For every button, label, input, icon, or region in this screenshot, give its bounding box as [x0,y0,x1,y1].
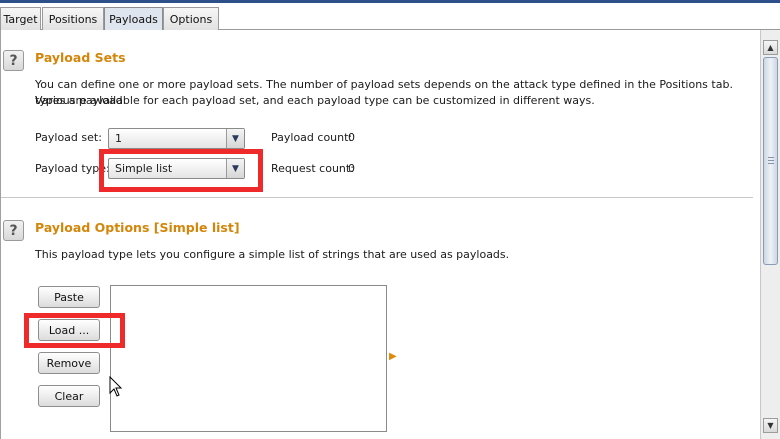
window-accent-bar [0,0,780,3]
scroll-up-icon[interactable]: ▲ [763,40,778,55]
payload-type-highlight [99,149,263,192]
payload-set-label: Payload set: [35,131,102,144]
scrollbar-grip [768,160,774,161]
payload-count-label: Payload count: [271,131,353,144]
remove-button[interactable]: Remove [38,352,100,374]
payload-set-value: 1 [115,132,122,145]
help-icon[interactable]: ? [3,220,24,241]
payload-count-value: 0 [348,131,355,144]
scroll-down-icon[interactable]: ▼ [763,418,778,433]
scrollbar-thumb[interactable] [763,57,778,265]
payload-sets-description-line2: types are available for each payload set… [35,94,595,107]
section-divider [1,197,753,198]
tab-positions[interactable]: Positions [42,7,104,30]
request-count-label: Request count: [271,162,354,175]
tab-payloads[interactable]: Payloads [104,7,163,30]
payload-list[interactable] [110,285,387,432]
tab-bar: Target Positions Payloads Options [0,0,780,33]
vertical-scrollbar[interactable]: ▲ ▼ [760,30,780,439]
load-button-highlight [24,313,125,348]
tab-options[interactable]: Options [163,7,219,30]
chevron-down-icon[interactable]: ▼ [226,129,244,148]
payload-set-select[interactable]: 1 ▼ [108,128,245,149]
payload-options-title: Payload Options [Simple list] [35,220,240,235]
request-count-value: 0 [348,162,355,175]
payload-sets-title: Payload Sets [35,50,126,65]
tab-target[interactable]: Target [0,7,41,30]
scrollbar-grip [768,157,774,158]
mouse-cursor-icon [109,376,123,397]
payload-options-description: This payload type lets you configure a s… [35,248,510,261]
scrollbar-grip [768,163,774,164]
clear-button[interactable]: Clear [38,385,100,407]
triangle-right-icon[interactable]: ▶ [389,351,397,362]
help-icon[interactable]: ? [3,50,24,71]
paste-button[interactable]: Paste [38,286,100,308]
